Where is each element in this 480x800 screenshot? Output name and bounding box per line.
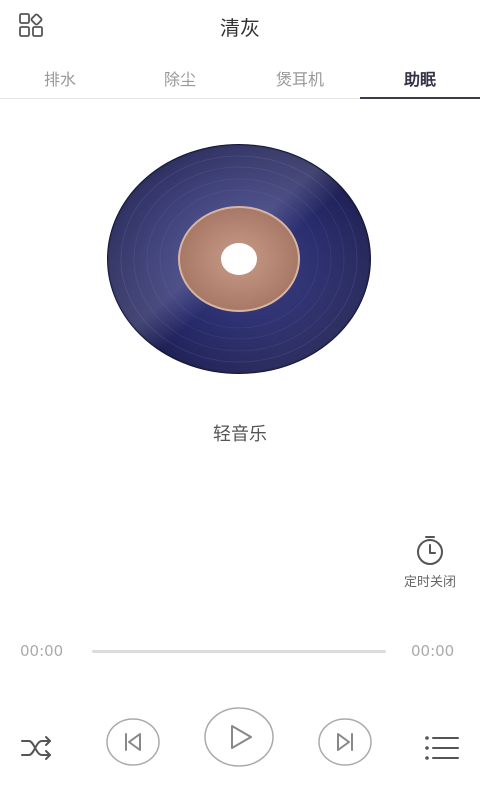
header-bar: 清灰 bbox=[0, 0, 480, 50]
tab-bar: 排水 除尘 煲耳机 助眠 bbox=[0, 62, 480, 99]
previous-button[interactable] bbox=[105, 717, 161, 767]
timer-label: 定时关闭 bbox=[403, 575, 456, 590]
current-time: 00:00 bbox=[20, 642, 64, 660]
next-icon bbox=[318, 718, 372, 766]
next-button[interactable] bbox=[317, 717, 373, 767]
playlist-icon bbox=[425, 736, 459, 760]
tab-dust-removal[interactable]: 除尘 bbox=[120, 62, 240, 98]
tab-earphone-burn-in[interactable]: 煲耳机 bbox=[240, 62, 360, 98]
progress-bar[interactable] bbox=[92, 650, 386, 653]
sleep-timer-button[interactable]: 定时关闭 bbox=[390, 534, 470, 594]
tab-sleep-aid[interactable]: 助眠 bbox=[360, 62, 480, 99]
play-button[interactable] bbox=[203, 706, 275, 768]
playlist-button[interactable] bbox=[424, 735, 460, 761]
previous-icon bbox=[106, 718, 160, 766]
track-name: 轻音乐 bbox=[213, 424, 267, 445]
shuffle-icon bbox=[21, 736, 51, 760]
player-screen: 清灰 排水 除尘 煲耳机 助眠 轻音乐 定时关闭 00:00 00:00 bbox=[0, 0, 480, 800]
page-title: 清灰 bbox=[220, 16, 260, 40]
tab-drain[interactable]: 排水 bbox=[0, 62, 120, 98]
vinyl-disc-image bbox=[107, 144, 371, 374]
play-icon bbox=[204, 707, 274, 767]
shuffle-button[interactable] bbox=[20, 733, 54, 763]
total-time: 00:00 bbox=[411, 642, 455, 660]
timer-icon bbox=[417, 536, 443, 565]
